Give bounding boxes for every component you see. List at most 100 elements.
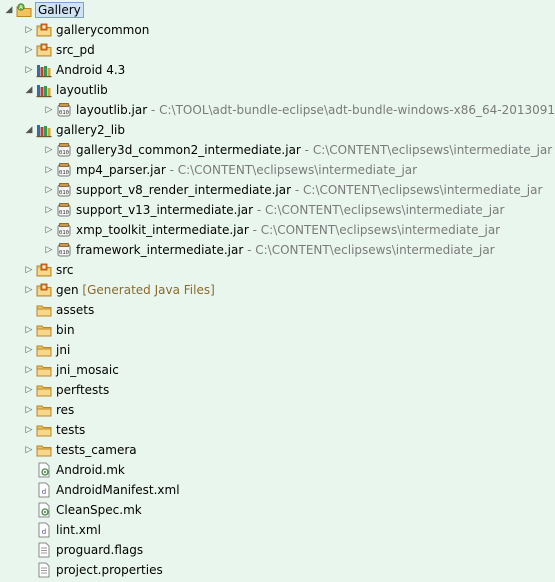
tree-item-text: gallerycommon	[56, 23, 149, 37]
jar-icon: 010	[56, 162, 72, 178]
xml-file-icon: d	[36, 482, 52, 498]
tree-row[interactable]: d AndroidManifest.xml	[0, 480, 555, 500]
tree-item-text: assets	[56, 303, 94, 317]
tree-row[interactable]: ▷ 010 support_v8_render_intermediate.jar -…	[0, 180, 555, 200]
expand-arrow-right-icon[interactable]: ▷	[44, 200, 54, 220]
tree-item-text: gen [Generated Java Files]	[56, 283, 215, 297]
tree-row[interactable]: proguard.flags	[0, 540, 555, 560]
tree-item-path: - C:\CONTENT\eclipsews\intermediate_jar	[253, 203, 505, 217]
project-icon: A	[16, 2, 32, 18]
expand-arrow-right-icon[interactable]: ▷	[44, 180, 54, 200]
tree-item-label: gallerycommon	[56, 23, 150, 37]
tree-row[interactable]: ▷ perftests	[0, 380, 555, 400]
tree-row[interactable]: ▷ res	[0, 400, 555, 420]
tree-row[interactable]: ▷ gen [Generated Java Files]	[0, 280, 555, 300]
source-folder-icon	[36, 262, 52, 278]
tree-row[interactable]: ▷ jni	[0, 340, 555, 360]
text-file-icon	[36, 562, 52, 578]
tree-item-text: lint.xml	[56, 523, 101, 537]
tree-row[interactable]: ▷ jni_mosaic	[0, 360, 555, 380]
tree-item-text: Gallery	[35, 2, 84, 18]
tree-item-label: res	[56, 403, 75, 417]
tree-item-path: - C:\CONTENT\eclipsews\intermediate_jar	[248, 223, 501, 237]
tree-row[interactable]: ▷ bin	[0, 320, 555, 340]
tree-item-path: - C:\CONTENT\eclipsews\intermediate_jar	[165, 163, 418, 177]
tree-item-label: tests_camera	[56, 443, 137, 457]
tree-row[interactable]: ▷ Android 4.3	[0, 60, 555, 80]
svg-text:010: 010	[59, 210, 69, 216]
tree-row[interactable]: project.properties	[0, 560, 555, 580]
tree-row[interactable]: ◢ A Gallery	[0, 0, 555, 20]
folder-icon	[36, 422, 52, 438]
expand-arrow-right-icon[interactable]: ▷	[44, 220, 54, 240]
tree-item-label: CleanSpec.mk	[56, 503, 142, 517]
svg-text:010: 010	[59, 190, 69, 196]
jar-icon: 010	[56, 242, 72, 258]
tree-row[interactable]: ▷ gallerycommon	[0, 20, 555, 40]
svg-text:010: 010	[59, 250, 69, 256]
tree-row[interactable]: ▷ 010 support_v13_intermediate.jar - C:\CO…	[0, 200, 555, 220]
expand-arrow-right-icon[interactable]: ▷	[24, 340, 34, 360]
tree-item-label: Gallery	[35, 2, 84, 18]
tree-row[interactable]: ▷ 010 gallery3d_common2_intermediate.jar -…	[0, 140, 555, 160]
tree-row[interactable]: assets	[0, 300, 555, 320]
tree-item-text: perftests	[56, 383, 109, 397]
tree-row[interactable]: ◢ layoutlib	[0, 80, 555, 100]
tree-item-label: gallery2_lib	[56, 123, 125, 137]
source-folder-icon	[36, 42, 52, 58]
expand-arrow-down-icon[interactable]: ◢	[24, 80, 34, 100]
expand-arrow-right-icon[interactable]: ▷	[24, 40, 34, 60]
expand-arrow-right-icon[interactable]: ▷	[24, 420, 34, 440]
svg-text:d: d	[42, 528, 46, 536]
tree-row[interactable]: ▷ 010 xmp_toolkit_intermediate.jar - C:\CO…	[0, 220, 555, 240]
library-icon	[36, 122, 52, 138]
expand-arrow-right-icon[interactable]: ▷	[44, 100, 54, 120]
tree-item-label: gallery3d_common2_intermediate.jar	[76, 143, 301, 157]
tree-row[interactable]: ▷ tests	[0, 420, 555, 440]
tree-item-label: assets	[56, 303, 95, 317]
expand-arrow-right-icon[interactable]: ▷	[24, 380, 34, 400]
expand-arrow-right-icon[interactable]: ▷	[24, 400, 34, 420]
tree-item-label: layoutlib	[56, 83, 108, 97]
tree-item-text: res	[56, 403, 74, 417]
jar-icon: 010	[56, 202, 72, 218]
tree-item-label: AndroidManifest.xml	[56, 483, 180, 497]
expand-arrow-down-icon[interactable]: ◢	[4, 0, 14, 20]
tree-row[interactable]: ▷ 010 mp4_parser.jar - C:\CONTENT\eclipsew…	[0, 160, 555, 180]
svg-text:010: 010	[59, 230, 69, 236]
tree-row[interactable]: d lint.xml	[0, 520, 555, 540]
tree-row[interactable]: ▷ src	[0, 260, 555, 280]
tree-row[interactable]: ▷ tests_camera	[0, 440, 555, 460]
tree-item-label: src	[56, 263, 74, 277]
expand-arrow-right-icon[interactable]: ▷	[24, 260, 34, 280]
tree-row[interactable]: CleanSpec.mk	[0, 500, 555, 520]
tree-item-label: gen	[56, 283, 79, 297]
tree-item-label: bin	[56, 323, 75, 337]
tree-item-text: tests	[56, 423, 85, 437]
tree-item-label: proguard.flags	[56, 543, 144, 557]
expand-arrow-right-icon[interactable]: ▷	[24, 320, 34, 340]
source-folder-icon	[36, 282, 52, 298]
expand-arrow-right-icon[interactable]: ▷	[24, 360, 34, 380]
tree-item-text: Android 4.3	[56, 63, 125, 77]
expand-arrow-right-icon[interactable]: ▷	[24, 440, 34, 460]
tree-item-label: support_v8_render_intermediate.jar	[76, 183, 292, 197]
expand-arrow-right-icon[interactable]: ▷	[44, 240, 54, 260]
tree-item-label: Android 4.3	[56, 63, 126, 77]
tree-item-text: project.properties	[56, 563, 163, 577]
tree-row[interactable]: ▷ 010 framework_intermediate.jar - C:\CONT…	[0, 240, 555, 260]
expand-arrow-right-icon[interactable]: ▷	[24, 280, 34, 300]
expand-arrow-right-icon[interactable]: ▷	[44, 140, 54, 160]
expand-arrow-right-icon[interactable]: ▷	[44, 160, 54, 180]
text-file-icon	[36, 542, 52, 558]
jar-icon: 010	[56, 222, 72, 238]
tree-row[interactable]: ▷ 010 layoutlib.jar - C:\TOOL\adt-bundle-e…	[0, 100, 555, 120]
tree-row[interactable]: Android.mk	[0, 460, 555, 480]
tree-row[interactable]: ◢ gallery2_lib	[0, 120, 555, 140]
expand-arrow-down-icon[interactable]: ◢	[24, 120, 34, 140]
folder-icon	[36, 442, 52, 458]
expand-arrow-right-icon[interactable]: ▷	[24, 60, 34, 80]
library-icon	[36, 62, 52, 78]
expand-arrow-right-icon[interactable]: ▷	[24, 20, 34, 40]
tree-row[interactable]: ▷ src_pd	[0, 40, 555, 60]
